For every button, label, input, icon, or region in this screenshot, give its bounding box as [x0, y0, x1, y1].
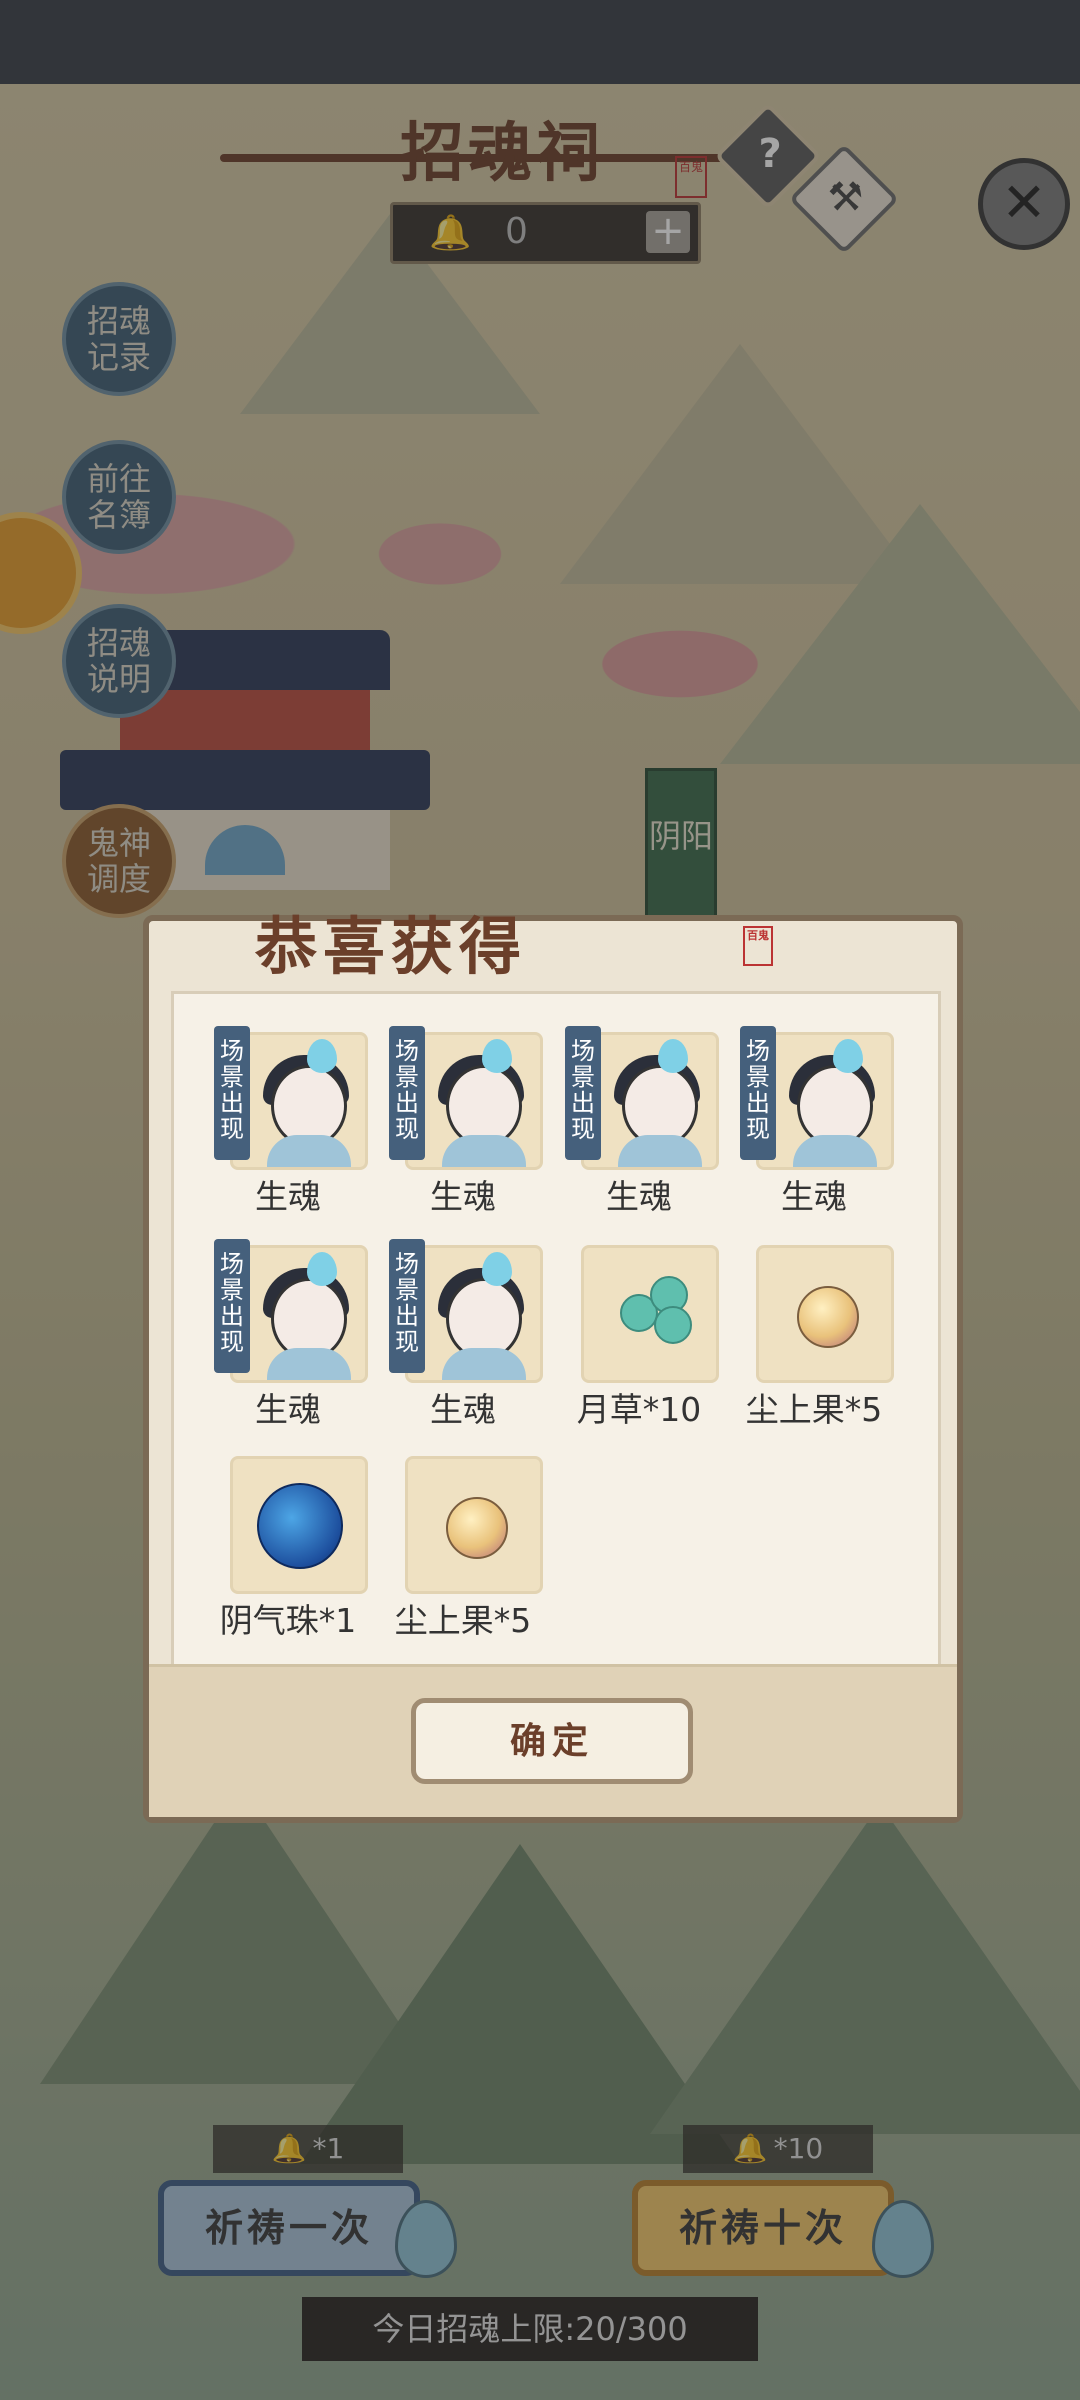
moon-grass-icon [581, 1245, 719, 1383]
reward-label: 尘上果*5 [745, 1390, 883, 1429]
reward-label: 生魂 [606, 1177, 672, 1216]
reward-label: 月草*10 [576, 1390, 702, 1429]
scene-appear-tag: 场景出现 [214, 1239, 250, 1373]
confirm-button[interactable]: 确定 [411, 1698, 693, 1784]
reward-item[interactable]: 尘上果*5 [726, 1245, 902, 1445]
reward-item[interactable]: 场景出现 生魂 [375, 1026, 551, 1232]
scene-appear-tag: 场景出现 [389, 1239, 425, 1373]
reward-item[interactable]: 场景出现 生魂 [375, 1239, 551, 1445]
reward-item[interactable]: 阴气珠*1 [200, 1456, 376, 1656]
reward-item[interactable]: 月草*10 [551, 1245, 727, 1445]
soul-male-icon [230, 1032, 368, 1170]
reward-item[interactable]: 场景出现 生魂 [200, 1026, 376, 1232]
soul-male-icon [581, 1032, 719, 1170]
soul-female-icon [405, 1245, 543, 1383]
reward-item[interactable]: 尘上果*5 [375, 1456, 551, 1656]
dust-fruit-icon [405, 1456, 543, 1594]
dust-fruit-icon [756, 1245, 894, 1383]
reward-label: 阴气珠*1 [219, 1601, 357, 1640]
reward-item[interactable]: 场景出现 生魂 [726, 1026, 902, 1232]
soul-elder-icon [756, 1032, 894, 1170]
reward-label: 生魂 [781, 1177, 847, 1216]
soul-female-icon [230, 1245, 368, 1383]
yin-orb-icon [230, 1456, 368, 1594]
scene-appear-tag: 场景出现 [740, 1026, 776, 1160]
reward-label: 尘上果*5 [394, 1601, 532, 1640]
scene-appear-tag: 场景出现 [565, 1026, 601, 1160]
reward-label: 生魂 [255, 1177, 321, 1216]
reward-label: 生魂 [430, 1390, 496, 1429]
reward-item[interactable]: 场景出现 生魂 [200, 1239, 376, 1445]
reward-item[interactable]: 场景出现 生魂 [551, 1026, 727, 1232]
dialog-title-text: 恭喜获得 [255, 910, 528, 983]
dialog-title-seal: 百鬼 [743, 926, 773, 966]
reward-label: 生魂 [255, 1390, 321, 1429]
scene-appear-tag: 场景出现 [214, 1026, 250, 1160]
soul-elder-icon [405, 1032, 543, 1170]
dialog-title: 恭喜获得 百鬼 [255, 896, 815, 983]
scene-appear-tag: 场景出现 [389, 1026, 425, 1160]
reward-label: 生魂 [430, 1177, 496, 1216]
